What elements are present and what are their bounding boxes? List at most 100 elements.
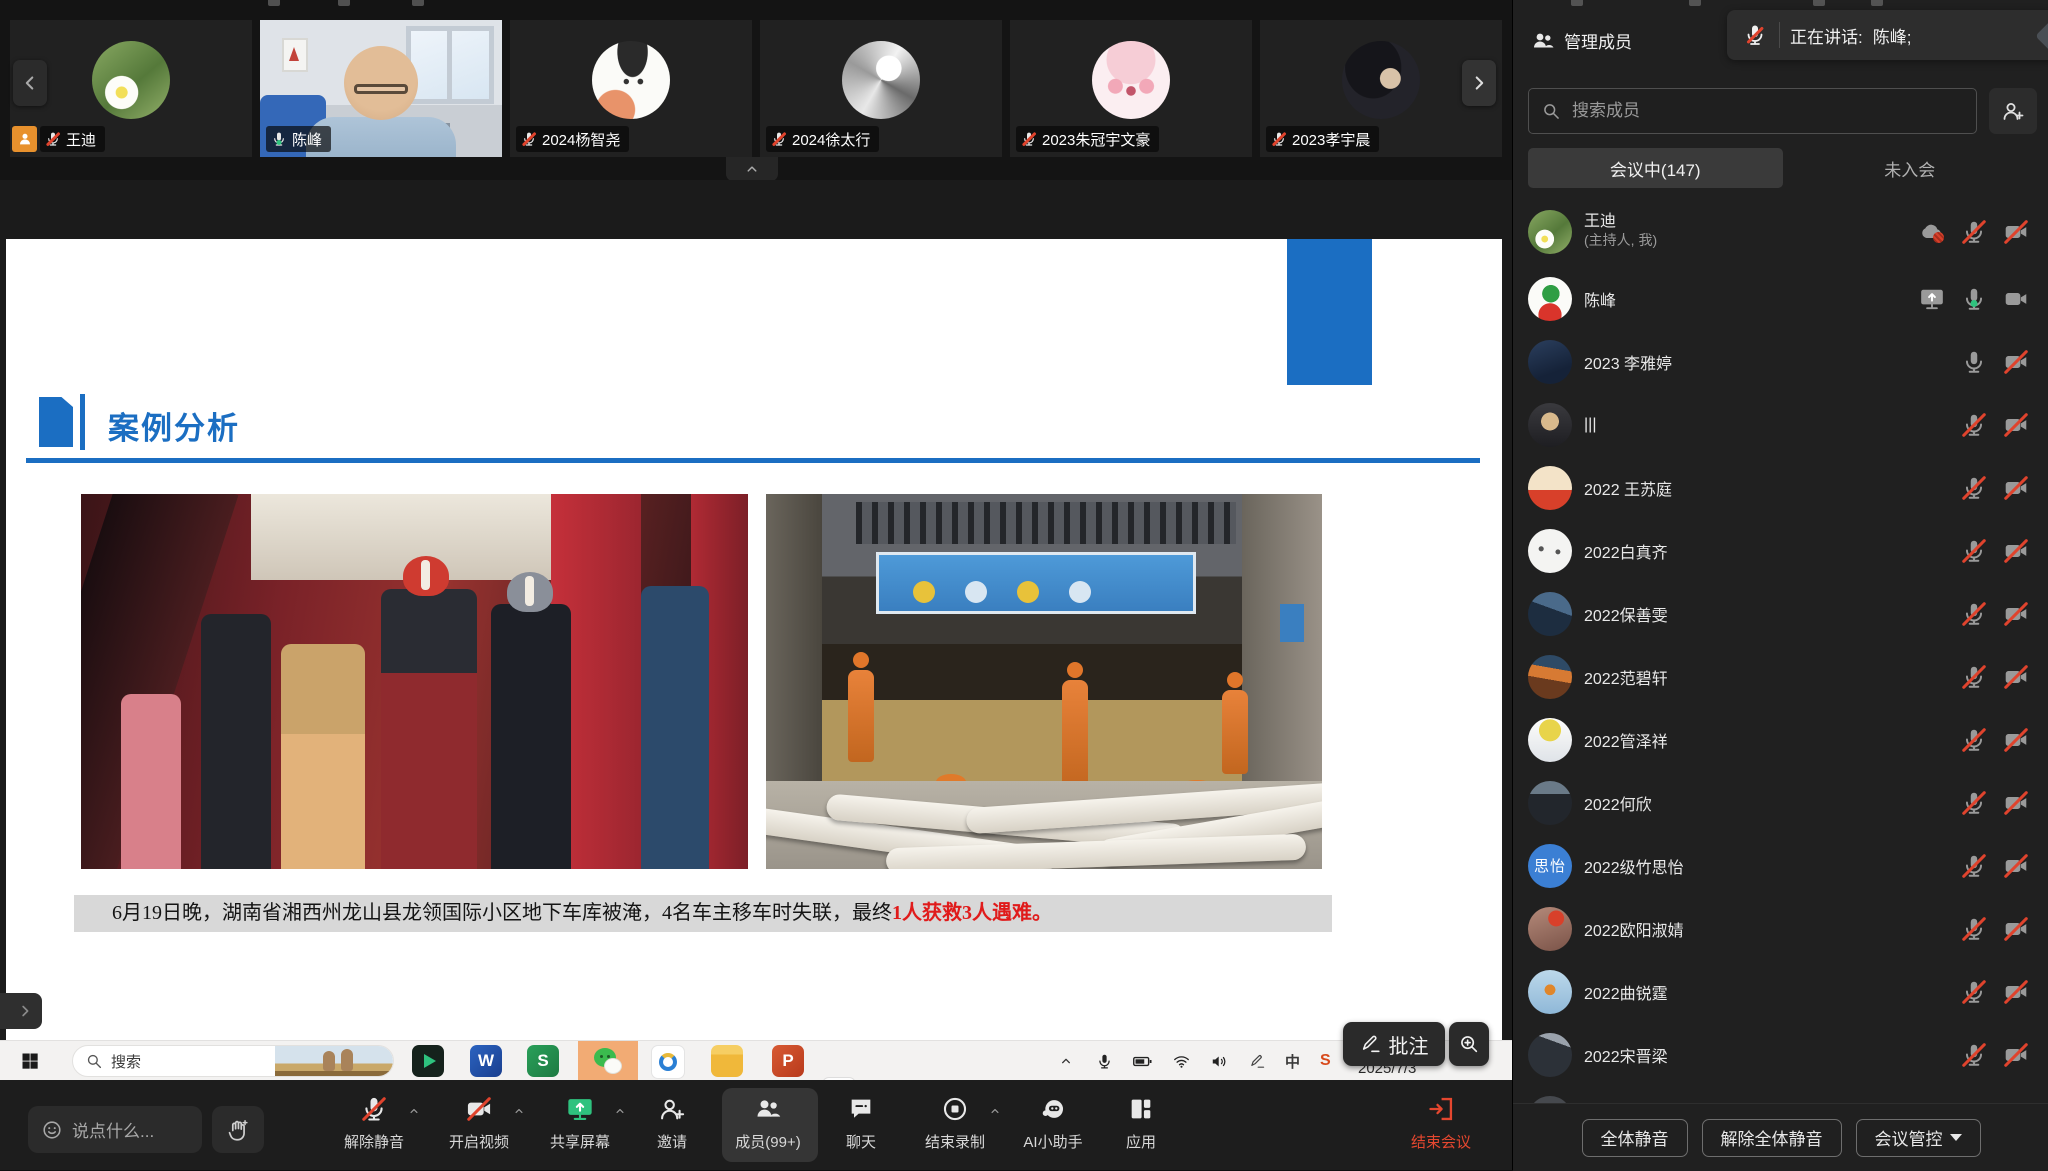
mic-muted-icon[interactable] xyxy=(1961,538,1987,564)
member-row[interactable]: 陈峰 xyxy=(1513,267,2048,330)
mic-muted-icon[interactable] xyxy=(1961,979,1987,1005)
member-row[interactable]: 2022管泽祥 xyxy=(1513,708,2048,771)
options-chevron[interactable] xyxy=(512,1102,526,1120)
camera-muted-icon[interactable] xyxy=(2003,853,2029,879)
annotate-button[interactable]: 批注 xyxy=(1343,1022,1445,1066)
raise-hand-button[interactable] xyxy=(212,1106,264,1153)
member-row[interactable]: 2023 李雅婷 xyxy=(1513,330,2048,393)
add-member-button[interactable] xyxy=(1989,88,2037,134)
member-tab[interactable]: 会议中(147) xyxy=(1528,148,1783,188)
mic-muted-icon[interactable] xyxy=(1961,853,1987,879)
mic-speaking-icon[interactable] xyxy=(1961,286,1987,312)
mic-muted-icon[interactable] xyxy=(1961,664,1987,690)
taskbar-app-docs[interactable]: S xyxy=(527,1045,559,1077)
taskbar-app-wechat[interactable] xyxy=(592,1045,624,1077)
toolbar-button-label: 应用 xyxy=(1126,1131,1156,1152)
camera-muted-icon[interactable] xyxy=(2003,916,2029,942)
tray-expand-chevron[interactable] xyxy=(1058,1041,1074,1081)
stop-recording-button[interactable]: 结束录制 xyxy=(900,1094,1010,1152)
taskbar-app-word[interactable]: W xyxy=(470,1045,502,1077)
camera-muted-icon[interactable] xyxy=(2003,412,2029,438)
mic-muted-icon[interactable] xyxy=(1961,412,1987,438)
camera-muted-icon[interactable] xyxy=(2003,664,2029,690)
strip-collapse-button[interactable] xyxy=(726,157,778,181)
camera-muted-icon[interactable] xyxy=(2003,349,2029,375)
unmute-all-button[interactable]: 解除全体静音 xyxy=(1702,1119,1842,1157)
strip-scroll-left-button[interactable] xyxy=(13,60,47,106)
member-row[interactable]: 2022范碧轩 xyxy=(1513,645,2048,708)
video-tile[interactable]: 陈峰 xyxy=(260,20,502,157)
tray-battery-icon[interactable] xyxy=(1132,1041,1153,1081)
taskbar-app-video-editor[interactable] xyxy=(412,1045,444,1077)
member-row[interactable]: 2022白真齐 xyxy=(1513,519,2048,582)
mic-muted-icon[interactable] xyxy=(1961,601,1987,627)
exit-icon xyxy=(1427,1095,1455,1123)
cloud-recording-icon[interactable] xyxy=(1919,219,1945,245)
mic-muted-icon[interactable] xyxy=(1961,1042,1987,1068)
camera-muted-icon[interactable] xyxy=(2003,979,2029,1005)
start-video-button[interactable]: 开启视频 xyxy=(424,1094,534,1152)
member-search-input[interactable] xyxy=(1570,100,1904,122)
mic-muted-icon[interactable] xyxy=(1961,727,1987,753)
member-row[interactable]: 思怡2022级竹思怡 xyxy=(1513,834,2048,897)
options-chevron[interactable] xyxy=(407,1102,421,1120)
member-row[interactable]: 2022何欣 xyxy=(1513,771,2048,834)
avatar xyxy=(1342,41,1420,119)
tray-volume-icon[interactable] xyxy=(1210,1041,1229,1081)
meeting-control-dropdown-button[interactable]: 会议管控 xyxy=(1856,1119,1981,1157)
member-row[interactable]: 2022保善雯 xyxy=(1513,582,2048,645)
tray-sogou-icon[interactable]: S xyxy=(1320,1041,1331,1081)
member-search-box[interactable] xyxy=(1528,88,1977,134)
camera-muted-icon[interactable] xyxy=(2003,790,2029,816)
end-meeting-button[interactable]: 结束会议 xyxy=(1386,1094,1496,1152)
microphone-icon xyxy=(1096,1053,1113,1070)
member-row[interactable] xyxy=(1513,1086,2048,1103)
quick-chat-input[interactable]: 说点什么... xyxy=(28,1106,202,1153)
mic-on-icon[interactable] xyxy=(1961,349,1987,375)
member-row[interactable]: 2022欧阳淑婧 xyxy=(1513,897,2048,960)
sogou-label: S xyxy=(1320,1052,1331,1070)
camera-icon xyxy=(2003,601,2029,627)
mute-all-button[interactable]: 全体静音 xyxy=(1582,1119,1688,1157)
mic-muted-icon[interactable] xyxy=(1961,790,1987,816)
magnifier-button[interactable] xyxy=(1449,1022,1489,1066)
mic-muted-icon[interactable] xyxy=(1961,916,1987,942)
video-tile[interactable]: 2023朱冠宇文豪 xyxy=(1010,20,1252,157)
taskbar-search[interactable]: 搜索 xyxy=(72,1045,394,1077)
member-row[interactable]: 王迪(主持人, 我) xyxy=(1513,197,2048,267)
invite-button[interactable]: 邀请 xyxy=(617,1094,727,1152)
search-highlight-image[interactable] xyxy=(275,1045,393,1077)
camera-muted-icon[interactable] xyxy=(2003,538,2029,564)
start-button[interactable] xyxy=(14,1045,46,1077)
tile-name-label: 2023孝宇晨 xyxy=(1266,126,1379,152)
taskbar-app-powerpoint[interactable]: P xyxy=(772,1045,804,1077)
tray-wifi-icon[interactable] xyxy=(1172,1041,1191,1081)
camera-muted-icon[interactable] xyxy=(2003,475,2029,501)
member-tab[interactable]: 未入会 xyxy=(1783,148,2038,188)
strip-scroll-right-button[interactable] xyxy=(1462,60,1496,106)
video-tile[interactable]: 2024杨智尧 xyxy=(510,20,752,157)
camera-muted-icon[interactable] xyxy=(2003,219,2029,245)
camera-muted-icon[interactable] xyxy=(2003,601,2029,627)
member-row[interactable]: 2022宋晋梁 xyxy=(1513,1023,2048,1086)
video-tile[interactable]: 2024徐太行 xyxy=(760,20,1002,157)
taskbar-app-file-explorer[interactable] xyxy=(711,1045,743,1077)
camera-muted-icon[interactable] xyxy=(2003,1042,2029,1068)
screen-sharing-icon[interactable] xyxy=(1919,286,1945,312)
camera-on-icon[interactable] xyxy=(2003,286,2029,312)
mic-icon xyxy=(1961,475,1987,501)
member-row[interactable]: ||| xyxy=(1513,393,2048,456)
panel-expand-button[interactable] xyxy=(0,993,42,1029)
tray-ime-indicator[interactable]: 中 xyxy=(1285,1041,1300,1081)
taskbar-app-browser[interactable] xyxy=(651,1045,685,1079)
tray-pen-icon[interactable] xyxy=(1249,1041,1266,1081)
clipped-toolbar-icon xyxy=(412,0,424,6)
camera-muted-icon[interactable] xyxy=(2003,727,2029,753)
unmute-button[interactable]: 解除静音 xyxy=(319,1094,429,1152)
mic-muted-icon[interactable] xyxy=(1961,475,1987,501)
mic-muted-icon[interactable] xyxy=(1961,219,1987,245)
tray-mic-icon[interactable] xyxy=(1096,1041,1113,1081)
member-row[interactable]: 2022 王苏庭 xyxy=(1513,456,2048,519)
member-row[interactable]: 2022曲锐霆 xyxy=(1513,960,2048,1023)
apps-button[interactable]: 应用 xyxy=(1086,1094,1196,1152)
